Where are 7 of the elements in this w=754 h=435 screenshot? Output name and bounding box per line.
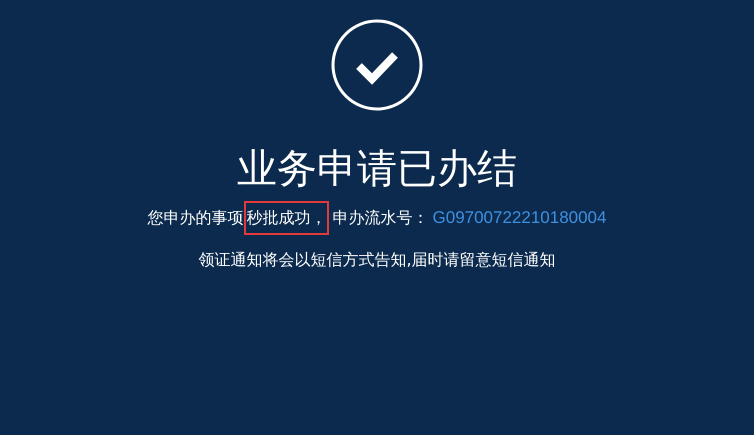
notice-text: 领证通知将会以短信方式告知,届时请留意短信通知 [198, 249, 556, 271]
highlighted-text: 秒批成功， [244, 201, 329, 235]
serial-label: 申办流水号： [332, 207, 429, 229]
message-text: 您申办的事项 [148, 207, 244, 229]
success-check-icon [331, 19, 423, 111]
result-title: 业务申请已办结 [237, 145, 517, 193]
serial-number: G09700722210180004 [432, 207, 606, 229]
